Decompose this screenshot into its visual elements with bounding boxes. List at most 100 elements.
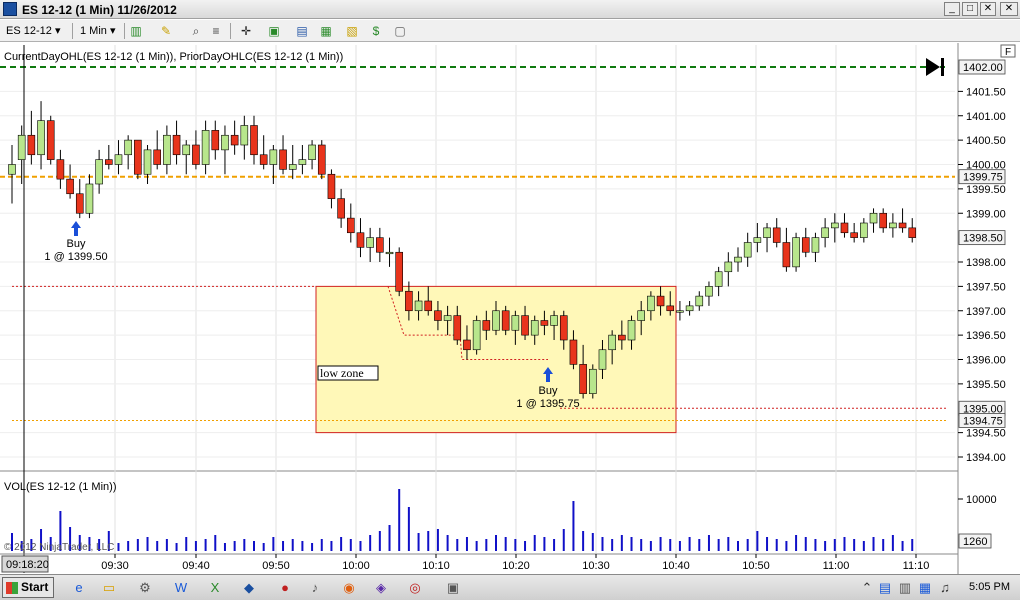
strategy-icon[interactable]: ▤: [294, 23, 310, 39]
price-tick-label: 1397.00: [966, 306, 1006, 318]
candle-body: [666, 305, 675, 312]
buy-marker-detail: 1 @ 1395.75: [516, 398, 579, 410]
candle-body: [143, 149, 152, 175]
candle-body: [317, 144, 326, 175]
price-tick-label: 1400.50: [966, 135, 1006, 147]
zoom-icon[interactable]: ⌕: [188, 23, 204, 39]
price-tick-label: 1394.50: [966, 428, 1006, 440]
f-box-label: F: [1005, 47, 1011, 58]
app-icon[interactable]: ▣: [444, 579, 462, 597]
candle-body: [424, 300, 433, 312]
folder-icon[interactable]: ▭: [100, 579, 118, 597]
candle-body: [46, 120, 55, 160]
crosshair-icon[interactable]: ✛: [238, 23, 254, 39]
candle-body: [85, 183, 94, 214]
windows-flag-icon: [6, 582, 18, 594]
candle-body: [250, 125, 258, 156]
instrument-selector[interactable]: ES 12-12 ▾: [6, 23, 60, 39]
candle-body: [17, 134, 26, 160]
price-tick-label: 1398.00: [966, 257, 1006, 269]
candle-body: [608, 334, 616, 351]
candle-body: [453, 315, 462, 341]
toolbar-divider: [72, 23, 73, 39]
candle-body: [211, 130, 220, 151]
indicator-icon[interactable]: ▣: [266, 23, 282, 39]
volume-icon[interactable]: ♫: [936, 579, 954, 597]
ninjatrader-icon[interactable]: ◆: [240, 579, 258, 597]
candle-body: [860, 222, 868, 238]
candle-body: [356, 232, 365, 248]
candle-body: [56, 159, 65, 180]
dollar-icon[interactable]: $: [368, 23, 384, 39]
start-button[interactable]: Start: [2, 577, 54, 598]
window-title: ES 12-12 (1 Min) 11/26/2012: [22, 3, 177, 17]
interval-selector[interactable]: 1 Min ▾: [80, 23, 116, 39]
candle-body: [192, 144, 200, 165]
browser-icon[interactable]: e: [70, 579, 88, 597]
word-icon[interactable]: W: [172, 579, 190, 597]
candle-body: [579, 364, 587, 394]
bar-type-icon[interactable]: ▥: [128, 23, 144, 39]
candle-body: [521, 315, 529, 336]
media-icon[interactable]: ●: [276, 579, 294, 597]
candle-body: [647, 295, 655, 312]
pencil-icon[interactable]: ✎: [158, 23, 174, 39]
candle-body: [501, 310, 510, 331]
candle-body: [308, 144, 316, 160]
properties-icon[interactable]: ≡: [208, 23, 224, 39]
taskbar: Start e ▭ ⚙ W X ◆ ● ♪ ◉ ◈ ◎ ▣ ⌃ ▤ ▥ ▦ ♫ …: [0, 574, 1020, 600]
candle-body: [279, 149, 287, 170]
candle-body: [792, 237, 800, 268]
candle-body: [8, 164, 16, 175]
price-chart[interactable]: 1401.501401.001400.501400.001399.501399.…: [0, 43, 1020, 574]
app-icon[interactable]: ◎: [406, 579, 424, 597]
app-icon[interactable]: ◈: [372, 579, 390, 597]
candle-body: [492, 310, 500, 331]
candle-body: [327, 173, 336, 199]
candle-body: [898, 222, 907, 229]
excel-icon[interactable]: X: [206, 579, 224, 597]
candle-body: [124, 139, 132, 156]
price-tick-label: 1396.50: [966, 330, 1006, 342]
minimize-button[interactable]: _: [944, 2, 960, 16]
data-box-icon[interactable]: ▢: [392, 23, 408, 39]
indicator-label: CurrentDayOHL(ES 12-12 (1 Min)), PriorDa…: [4, 51, 343, 63]
analyzer-icon[interactable]: ▧: [344, 23, 360, 39]
toolbar-divider: [230, 23, 231, 39]
time-tick-label: 10:50: [742, 560, 770, 572]
candle-body: [637, 310, 646, 321]
chart-toolbar: ES 12-12 ▾ 1 Min ▾ ▥ ✎ ⌕ ≡ ✛ ▣ ▤ ▦ ▧ $ ▢: [0, 20, 1020, 42]
time-tick-label: 10:40: [662, 560, 690, 572]
chevron-down-icon: ▾: [54, 25, 61, 37]
firefox-icon[interactable]: ◉: [340, 579, 358, 597]
candle-body: [840, 222, 849, 234]
price-tag-label: 1398.50: [963, 233, 1003, 245]
candle-body: [530, 320, 539, 336]
candle-body: [879, 212, 888, 229]
tray-expand-icon[interactable]: ⌃: [858, 579, 876, 597]
sound-icon[interactable]: ♪: [306, 579, 324, 597]
candle-body: [337, 198, 345, 219]
time-tick-label: 10:10: [422, 560, 450, 572]
tray-icon[interactable]: ▦: [916, 579, 934, 597]
volume-tag-label: 1260: [963, 536, 987, 548]
tray-icon[interactable]: ▥: [896, 579, 914, 597]
restore-button[interactable]: □: [962, 2, 978, 16]
price-tick-label: 1401.00: [966, 111, 1006, 123]
settings-icon[interactable]: ⚙: [136, 579, 154, 597]
candle-body: [221, 134, 229, 151]
zone-label: low zone: [320, 366, 364, 380]
candle-body: [627, 320, 636, 341]
candle-body: [376, 237, 384, 253]
volume-tick-label: 10000: [966, 494, 997, 506]
candle-body: [540, 320, 549, 326]
candle-body: [114, 154, 123, 165]
network-icon[interactable]: ▤: [876, 579, 894, 597]
candle-body: [259, 154, 268, 165]
price-tag-label: 1402.00: [963, 62, 1003, 74]
chart-close-icon[interactable]: ✕: [1000, 2, 1018, 16]
chart-style-icon[interactable]: ▦: [318, 23, 334, 39]
close-button[interactable]: ✕: [980, 2, 996, 16]
interval-label: 1 Min: [80, 25, 107, 37]
candle-body: [656, 295, 665, 307]
